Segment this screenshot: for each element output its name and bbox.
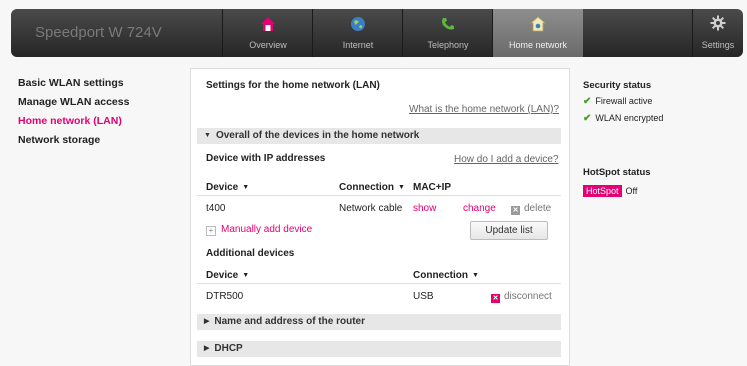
column-header-connection-additional-label: Connection bbox=[413, 270, 468, 281]
house-icon bbox=[261, 17, 275, 31]
close-icon: ✕ bbox=[511, 206, 520, 215]
delete-button[interactable]: ✕ delete bbox=[511, 203, 551, 215]
column-header-device-additional-label: Device bbox=[206, 270, 239, 281]
column-header-device-additional[interactable]: Device ▼ bbox=[206, 270, 249, 281]
plus-icon: + bbox=[206, 226, 216, 236]
hotspot-badge[interactable]: HotSpot bbox=[583, 185, 622, 197]
tab-internet-label: Internet bbox=[342, 40, 374, 50]
hotspot-status-heading: HotSpot status bbox=[583, 167, 651, 178]
sort-down-icon: ▼ bbox=[398, 184, 405, 191]
status-wlan: ✔ WLAN encrypted bbox=[583, 113, 663, 124]
close-icon: ✕ bbox=[491, 294, 500, 303]
security-status-heading: Security status bbox=[583, 80, 652, 91]
hotspot-row: HotSpot Off bbox=[583, 185, 651, 197]
additional-device-connection: USB bbox=[413, 291, 434, 302]
manually-add-label: Manually add device bbox=[221, 224, 313, 235]
status-firewall-label: Firewall active bbox=[595, 96, 653, 106]
phone-icon bbox=[442, 18, 454, 30]
section-overall-label: Overall of the devices in the home netwo… bbox=[215, 130, 420, 141]
tab-home-network[interactable]: Home network bbox=[492, 9, 583, 57]
checkmark-icon: ✔ bbox=[583, 96, 592, 107]
main-panel: Settings for the home network (LAN) What… bbox=[190, 68, 570, 366]
divider bbox=[197, 283, 561, 284]
additional-device-name: DTR500 bbox=[206, 291, 244, 302]
brand-title: Speedport W 724V bbox=[35, 24, 162, 41]
sidebar-item-basic-wlan[interactable]: Basic WLAN settings bbox=[18, 77, 129, 96]
section-overall-devices[interactable]: ▼ Overall of the devices in the home netw… bbox=[197, 128, 561, 144]
sidebar-item-network-storage[interactable]: Network storage bbox=[18, 134, 129, 153]
tab-telephony[interactable]: Telephony bbox=[402, 9, 493, 57]
globe-icon bbox=[351, 17, 365, 31]
tab-telephony-label: Telephony bbox=[427, 40, 469, 50]
sort-down-icon: ▼ bbox=[242, 184, 250, 191]
gear-icon bbox=[710, 15, 726, 31]
ip-devices-heading: Device with IP addresses bbox=[206, 153, 326, 164]
status-wlan-label: WLAN encrypted bbox=[595, 113, 664, 123]
show-link[interactable]: show bbox=[413, 203, 436, 214]
sidebar-item-home-network[interactable]: Home network (LAN) bbox=[18, 115, 129, 134]
help-link-home-network[interactable]: What is the home network (LAN)? bbox=[409, 104, 559, 115]
triangle-right-icon: ▶ bbox=[204, 318, 210, 325]
section-router-label: Name and address of the router bbox=[214, 316, 365, 327]
column-header-device[interactable]: Device ▼ bbox=[206, 182, 249, 193]
divider bbox=[197, 195, 561, 196]
delete-label: delete bbox=[524, 203, 552, 214]
triangle-right-icon: ▶ bbox=[204, 345, 210, 352]
tab-overview-label: Overview bbox=[249, 40, 287, 50]
tab-settings-label: Settings bbox=[701, 40, 735, 50]
column-header-mac-ip: MAC+IP bbox=[413, 182, 452, 193]
triangle-down-icon: ▼ bbox=[204, 132, 211, 139]
sidebar: Basic WLAN settings Manage WLAN access H… bbox=[18, 77, 129, 153]
sidebar-item-manage-wlan[interactable]: Manage WLAN access bbox=[18, 96, 129, 115]
additional-devices-heading: Additional devices bbox=[206, 248, 295, 259]
manually-add-device-link[interactable]: + Manually add device bbox=[206, 224, 312, 236]
status-firewall: ✔ Firewall active bbox=[583, 96, 663, 107]
disconnect-button[interactable]: ✕ disconnect bbox=[491, 291, 552, 303]
update-list-button[interactable]: Update list bbox=[470, 221, 548, 240]
security-status: Security status ✔ Firewall active ✔ WLAN e… bbox=[583, 80, 663, 124]
home-network-icon bbox=[530, 16, 546, 32]
tab-overview[interactable]: Overview bbox=[222, 9, 313, 57]
checkmark-icon: ✔ bbox=[583, 113, 592, 124]
section-router-name[interactable]: ▶ Name and address of the router bbox=[197, 314, 561, 330]
disconnect-label: disconnect bbox=[504, 291, 552, 302]
column-header-connection[interactable]: Connection ▼ bbox=[339, 182, 405, 193]
section-dhcp-label: DHCP bbox=[214, 343, 243, 354]
page-title: Settings for the home network (LAN) bbox=[206, 80, 380, 91]
help-link-add-device[interactable]: How do I add a device? bbox=[454, 154, 559, 165]
column-header-device-label: Device bbox=[206, 182, 239, 193]
change-link[interactable]: change bbox=[463, 203, 496, 214]
column-header-connection-additional[interactable]: Connection ▼ bbox=[413, 270, 479, 281]
tab-internet[interactable]: Internet bbox=[312, 9, 403, 57]
tab-settings[interactable]: Settings bbox=[692, 9, 743, 57]
hotspot-value: Off bbox=[625, 186, 638, 196]
sort-down-icon: ▼ bbox=[242, 272, 250, 279]
section-dhcp[interactable]: ▶ DHCP bbox=[197, 341, 561, 357]
column-header-connection-label: Connection bbox=[339, 182, 394, 193]
hotspot-status: HotSpot status HotSpot Off bbox=[583, 167, 651, 197]
sort-down-icon: ▼ bbox=[472, 272, 479, 279]
tab-home-network-label: Home network bbox=[508, 40, 568, 50]
device-name: t400 bbox=[206, 203, 226, 214]
device-connection: Network cable bbox=[339, 203, 403, 214]
top-nav-bar: Speedport W 724V Overview Internet Telep… bbox=[11, 9, 743, 57]
